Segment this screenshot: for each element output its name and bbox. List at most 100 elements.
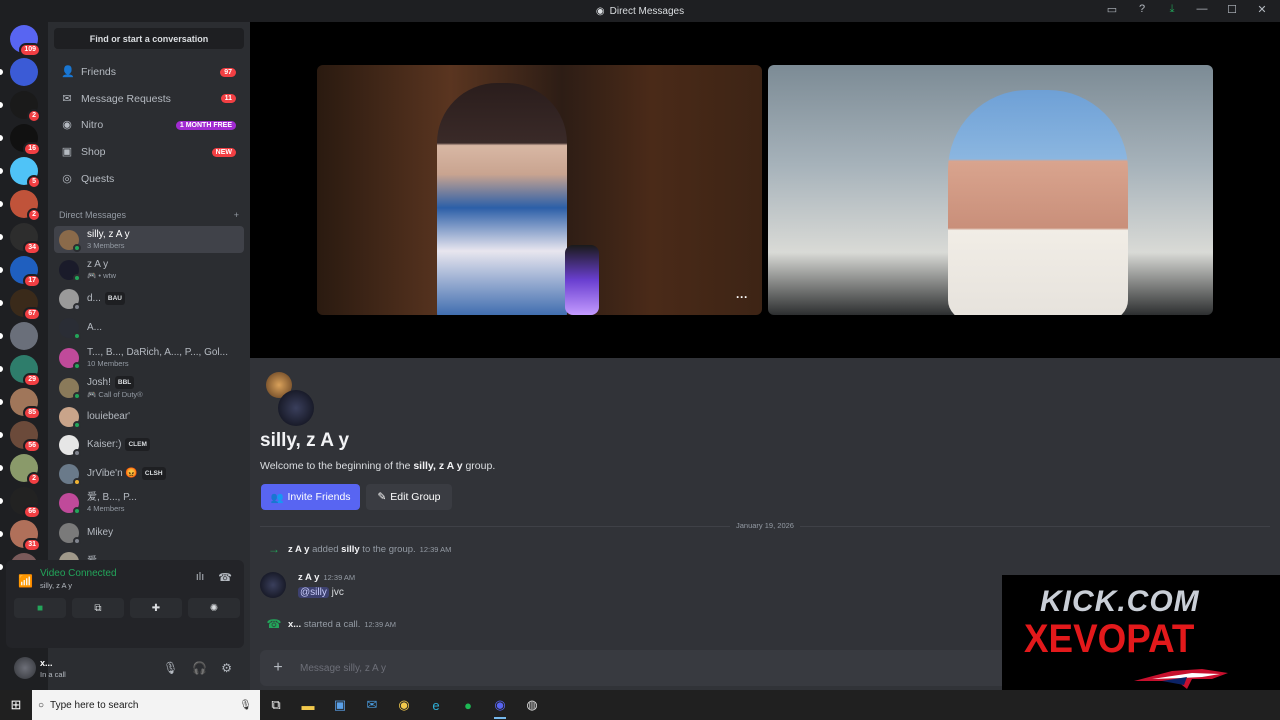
title-bar: ◉ Direct Messages ▭ ? ⤓ — ☐ ✕ xyxy=(0,0,1280,22)
help-icon[interactable]: ? xyxy=(1134,3,1150,16)
user-status: In a call xyxy=(40,670,66,679)
taskbar: ⊞ ○ Type here to search 🎙 ⧉ ▬ ▣ ✉ ◉ e ● … xyxy=(0,690,1280,720)
download-icon[interactable]: ⤓ xyxy=(1164,3,1180,16)
dm-item[interactable]: Kaiser:) CLEM xyxy=(54,431,244,458)
microphone-icon[interactable]: 🎙 xyxy=(239,700,252,711)
dm-item[interactable]: Josh! BBL 🎮 Call of Duty® xyxy=(54,374,244,401)
nav-badge: 97 xyxy=(220,67,236,77)
server-icon[interactable]: 66 xyxy=(10,487,41,519)
dm-item[interactable]: Mikey xyxy=(54,519,244,546)
find-conversation-button[interactable]: Find or start a conversation xyxy=(54,28,244,49)
edit-group-button[interactable]: ✎ Edit Group xyxy=(366,484,452,510)
camera-button[interactable]: ■ xyxy=(14,598,66,618)
search-icon: ○ xyxy=(38,699,45,711)
nav-shop[interactable]: ▣ Shop NEW xyxy=(54,140,244,164)
nav-quests[interactable]: ◎ Quests xyxy=(54,167,244,191)
dm-item[interactable]: 爱, B..., P... 4 Members xyxy=(54,489,244,516)
settings-gear-icon[interactable]: ⚙ xyxy=(221,661,232,675)
voice-status[interactable]: Video Connected xyxy=(40,568,117,579)
server-icon[interactable]: 5 xyxy=(10,157,41,189)
taskbar-search[interactable]: ○ Type here to search 🎙 xyxy=(32,690,260,720)
dm-subtext: 🎮 Call of Duty® xyxy=(87,389,143,399)
clan-tag: BAU xyxy=(104,292,125,305)
server-icon[interactable]: 16 xyxy=(10,124,41,156)
nav-nitro[interactable]: ◉ Nitro 1 MONTH FREE xyxy=(54,113,244,137)
clan-tag: CLEM xyxy=(125,438,150,451)
nav-message-requests[interactable]: ✉ Message Requests 11 xyxy=(54,87,244,111)
unread-pip xyxy=(0,498,3,504)
server-icon[interactable]: 31 xyxy=(10,520,41,552)
dm-item[interactable]: silly, z A y3 Members xyxy=(54,226,244,253)
server-icon[interactable]: 67 xyxy=(10,289,41,321)
mail-icon[interactable]: ✉ xyxy=(356,690,388,720)
unread-pip xyxy=(0,267,3,273)
minimize-icon[interactable]: — xyxy=(1194,3,1210,16)
inbox-icon[interactable]: ▭ xyxy=(1104,3,1120,16)
server-icon[interactable]: 34 xyxy=(10,223,41,255)
microphone-icon[interactable]: 🎙 xyxy=(163,661,178,675)
server-icon[interactable]: 2 xyxy=(10,190,41,222)
server-icon[interactable]: 109 xyxy=(10,25,41,57)
nav-badge: NEW xyxy=(211,147,236,157)
server-icon[interactable] xyxy=(10,322,38,350)
avatar xyxy=(59,317,81,340)
soundboard-button[interactable]: ✺ xyxy=(188,598,240,618)
edge-icon[interactable]: e xyxy=(420,690,452,720)
attach-plus-icon[interactable]: + xyxy=(264,659,292,677)
arrow-right-icon: → xyxy=(268,542,280,556)
server-avatar xyxy=(10,58,38,86)
mention-badge: 16 xyxy=(23,142,41,156)
task-view-icon[interactable]: ⧉ xyxy=(260,690,292,720)
store-icon[interactable]: ▣ xyxy=(324,690,356,720)
spotify-icon[interactable]: ● xyxy=(452,690,484,720)
create-dm-button[interactable]: + xyxy=(234,210,239,220)
server-icon[interactable]: 85 xyxy=(10,388,41,420)
video-tile-1[interactable]: ··· xyxy=(317,65,762,315)
headphones-icon[interactable]: 🎧 xyxy=(192,661,207,675)
invite-friends-button[interactable]: 👥 Invite Friends xyxy=(261,484,360,510)
server-icon[interactable]: 29 xyxy=(10,355,41,387)
overlay-line-1: KICK.COM xyxy=(1040,585,1200,618)
disconnect-icon[interactable]: ☎ xyxy=(218,571,232,584)
activities-button[interactable]: ✚ xyxy=(130,598,182,618)
mention-badge: 56 xyxy=(23,439,41,453)
server-icon[interactable]: 2 xyxy=(10,454,41,486)
file-explorer-icon[interactable]: ▬ xyxy=(292,690,324,720)
status-dot xyxy=(73,273,81,282)
call-stage: ··· xyxy=(250,22,1280,358)
unread-pip xyxy=(0,234,3,240)
maximize-icon[interactable]: ☐ xyxy=(1224,3,1240,16)
server-icon[interactable]: 56 xyxy=(10,421,41,453)
nav-friends[interactable]: 👤 Friends 97 xyxy=(54,60,244,84)
more-options-icon[interactable]: ··· xyxy=(736,290,748,304)
avatar[interactable] xyxy=(260,572,286,598)
clan-tag: BBL xyxy=(114,375,135,389)
server-icon[interactable] xyxy=(10,58,38,86)
avatar[interactable] xyxy=(14,657,36,679)
video-tile-2[interactable] xyxy=(768,65,1213,315)
dm-item[interactable]: d... BAU xyxy=(54,285,244,312)
screen-share-button[interactable]: ⧉ xyxy=(72,598,124,618)
windows-start-icon[interactable]: ⊞ xyxy=(0,697,32,713)
noise-suppression-icon[interactable]: ılı xyxy=(196,571,205,584)
discord-icon[interactable]: ◉ xyxy=(484,690,516,720)
dm-item[interactable]: JrVibe'n 😡 CLSH xyxy=(54,460,244,487)
phone-icon: ☎ xyxy=(266,617,282,631)
dm-item[interactable]: z A y 🎮 • wtw xyxy=(54,256,244,283)
microphone-light xyxy=(565,245,599,315)
dm-item[interactable]: louiebear' xyxy=(54,403,244,430)
dm-item[interactable]: T..., B..., DaRich, A..., P..., Gol... 10… xyxy=(54,344,244,371)
user-mention[interactable]: @silly xyxy=(298,587,329,598)
nav-label: Message Requests xyxy=(81,92,171,105)
chrome-icon[interactable]: ◉ xyxy=(388,690,420,720)
mention-badge: 109 xyxy=(19,43,41,57)
server-icon[interactable]: 17 xyxy=(10,256,41,288)
system-message-call: ☎ x... started a call. 12:39 AM xyxy=(260,617,397,631)
server-icon[interactable]: 2 xyxy=(10,91,41,123)
dm-name: T..., B..., DaRich, A..., P..., Gol... xyxy=(87,346,228,358)
dm-item[interactable]: A... xyxy=(54,314,244,341)
close-icon[interactable]: ✕ xyxy=(1254,3,1270,16)
mention-badge: 2 xyxy=(27,472,41,486)
nav-label: Quests xyxy=(81,172,115,185)
app-icon[interactable]: ◍ xyxy=(516,690,548,720)
